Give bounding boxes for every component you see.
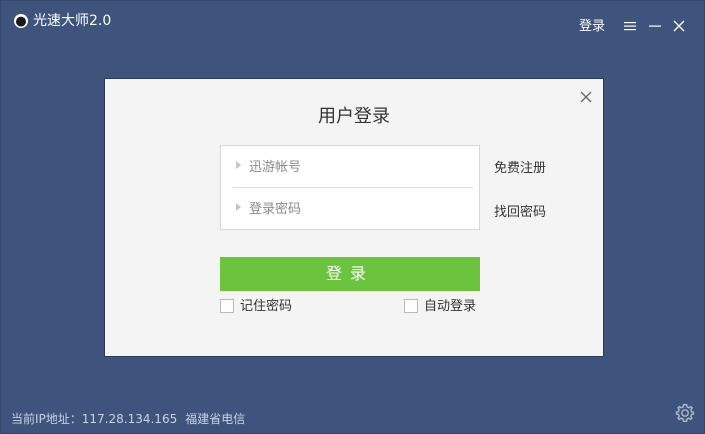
password-input[interactable] [247,196,471,222]
recover-password-link[interactable]: 找回密码 [494,205,546,221]
credentials-box [220,145,480,230]
top-login-button[interactable]: 登录 [579,19,605,35]
hamburger-menu-icon[interactable] [623,19,637,33]
app-window: 光速大师2.0 登录 用户登录 免费注册 找回密 [0,0,705,434]
checkbox-box[interactable] [220,299,234,313]
close-icon[interactable] [672,19,686,33]
ip-label: 当前IP地址： [11,412,82,426]
orb-logo-icon [14,14,28,28]
gear-icon[interactable] [674,402,696,424]
username-field-row [221,146,479,186]
login-dialog: 用户登录 免费注册 找回密码 登录 记住密码 自动登录 [104,78,604,357]
login-button[interactable]: 登录 [220,257,480,291]
isp-name: 福建省电信 [185,412,246,426]
ip-status: 当前IP地址：117.28.134.165 福建省电信 [11,412,249,426]
ip-address: 117.28.134.165 [81,412,178,426]
username-input[interactable] [247,154,471,180]
password-field-row [221,188,479,228]
caret-right-icon [236,161,241,169]
dialog-close-icon[interactable] [580,91,592,103]
minimize-icon[interactable] [648,19,662,33]
dialog-title: 用户登录 [318,106,390,127]
remember-password-label: 记住密码 [240,299,293,314]
checkbox-box[interactable] [404,299,418,313]
register-link[interactable]: 免费注册 [494,161,546,177]
caret-right-icon [236,203,241,211]
auto-login-label: 自动登录 [424,299,477,314]
app-title: 光速大师2.0 [33,13,112,29]
